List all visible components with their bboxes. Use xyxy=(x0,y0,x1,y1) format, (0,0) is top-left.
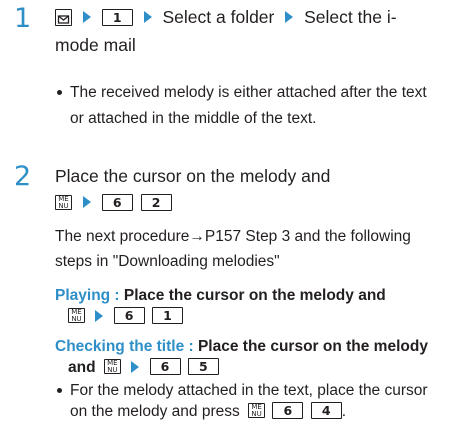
arrow-right-icon xyxy=(143,11,152,24)
key-6: 6 xyxy=(101,193,133,211)
bullet-note-line2: on the melody and press ME NU 6 4. xyxy=(70,401,346,422)
bullet-note-text: on the melody and press xyxy=(70,403,240,420)
playing-line2: ME NU 6 1 xyxy=(68,306,183,327)
key-6: 6 xyxy=(272,402,304,420)
key-1: 1 xyxy=(101,8,133,26)
checking-label: Checking the title : xyxy=(55,338,198,355)
bullet xyxy=(57,90,62,95)
checking-line1: Checking the title : Place the cursor on… xyxy=(55,336,428,357)
step-number-2: 2 xyxy=(14,161,32,192)
playing-label: Playing : xyxy=(55,287,124,304)
key-2: 2 xyxy=(140,193,172,211)
menu-key-icon: ME NU xyxy=(248,403,266,419)
key-1: 1 xyxy=(151,307,183,325)
checking-and: and xyxy=(68,359,96,376)
playing-line1: Playing : Place the cursor on the melody… xyxy=(55,285,386,306)
playing-text: Place the cursor on the melody and xyxy=(123,287,386,304)
arrow-right-icon xyxy=(82,11,91,24)
select-imode-text: Select the i- xyxy=(304,7,397,27)
bullet xyxy=(57,388,62,393)
step2-line2: ME NU 6 2 xyxy=(55,191,172,213)
key-6: 6 xyxy=(113,307,145,325)
select-folder-text: Select a folder xyxy=(162,7,275,27)
key-6: 6 xyxy=(149,358,181,376)
arrow-right-icon xyxy=(285,11,294,24)
bullet-note-line1: For the melody attached in the text, pla… xyxy=(70,382,428,399)
menu-key-icon: ME NU xyxy=(55,194,72,210)
step1-note-line2: or attached in the middle of the text. xyxy=(70,110,317,127)
period: . xyxy=(341,403,346,420)
key-4: 4 xyxy=(310,402,342,420)
step1-line1: 1 Select a folder Select the i- xyxy=(55,6,397,28)
step1-note-line1: The received melody is either attached a… xyxy=(70,84,427,101)
checking-line2: and ME NU 6 5 xyxy=(68,357,219,378)
step1-line2: mode mail xyxy=(55,35,136,55)
arrow-right-icon xyxy=(131,360,140,373)
key-5: 5 xyxy=(187,358,219,376)
checking-text: Place the cursor on the melody xyxy=(197,338,428,355)
next-procedure-line1: The next procedure→P157 Step 3 and the f… xyxy=(55,228,411,245)
step2-line1: Place the cursor on the melody and xyxy=(55,166,331,186)
menu-key-icon: ME NU xyxy=(68,308,85,324)
arrow-right-icon xyxy=(95,309,104,322)
step-number-1: 1 xyxy=(14,3,32,34)
next-procedure-line2: steps in "Downloading melodies" xyxy=(55,253,280,270)
menu-key-icon: ME NU xyxy=(103,359,121,375)
mail-key-icon xyxy=(55,8,72,26)
arrow-right-icon xyxy=(82,196,91,209)
